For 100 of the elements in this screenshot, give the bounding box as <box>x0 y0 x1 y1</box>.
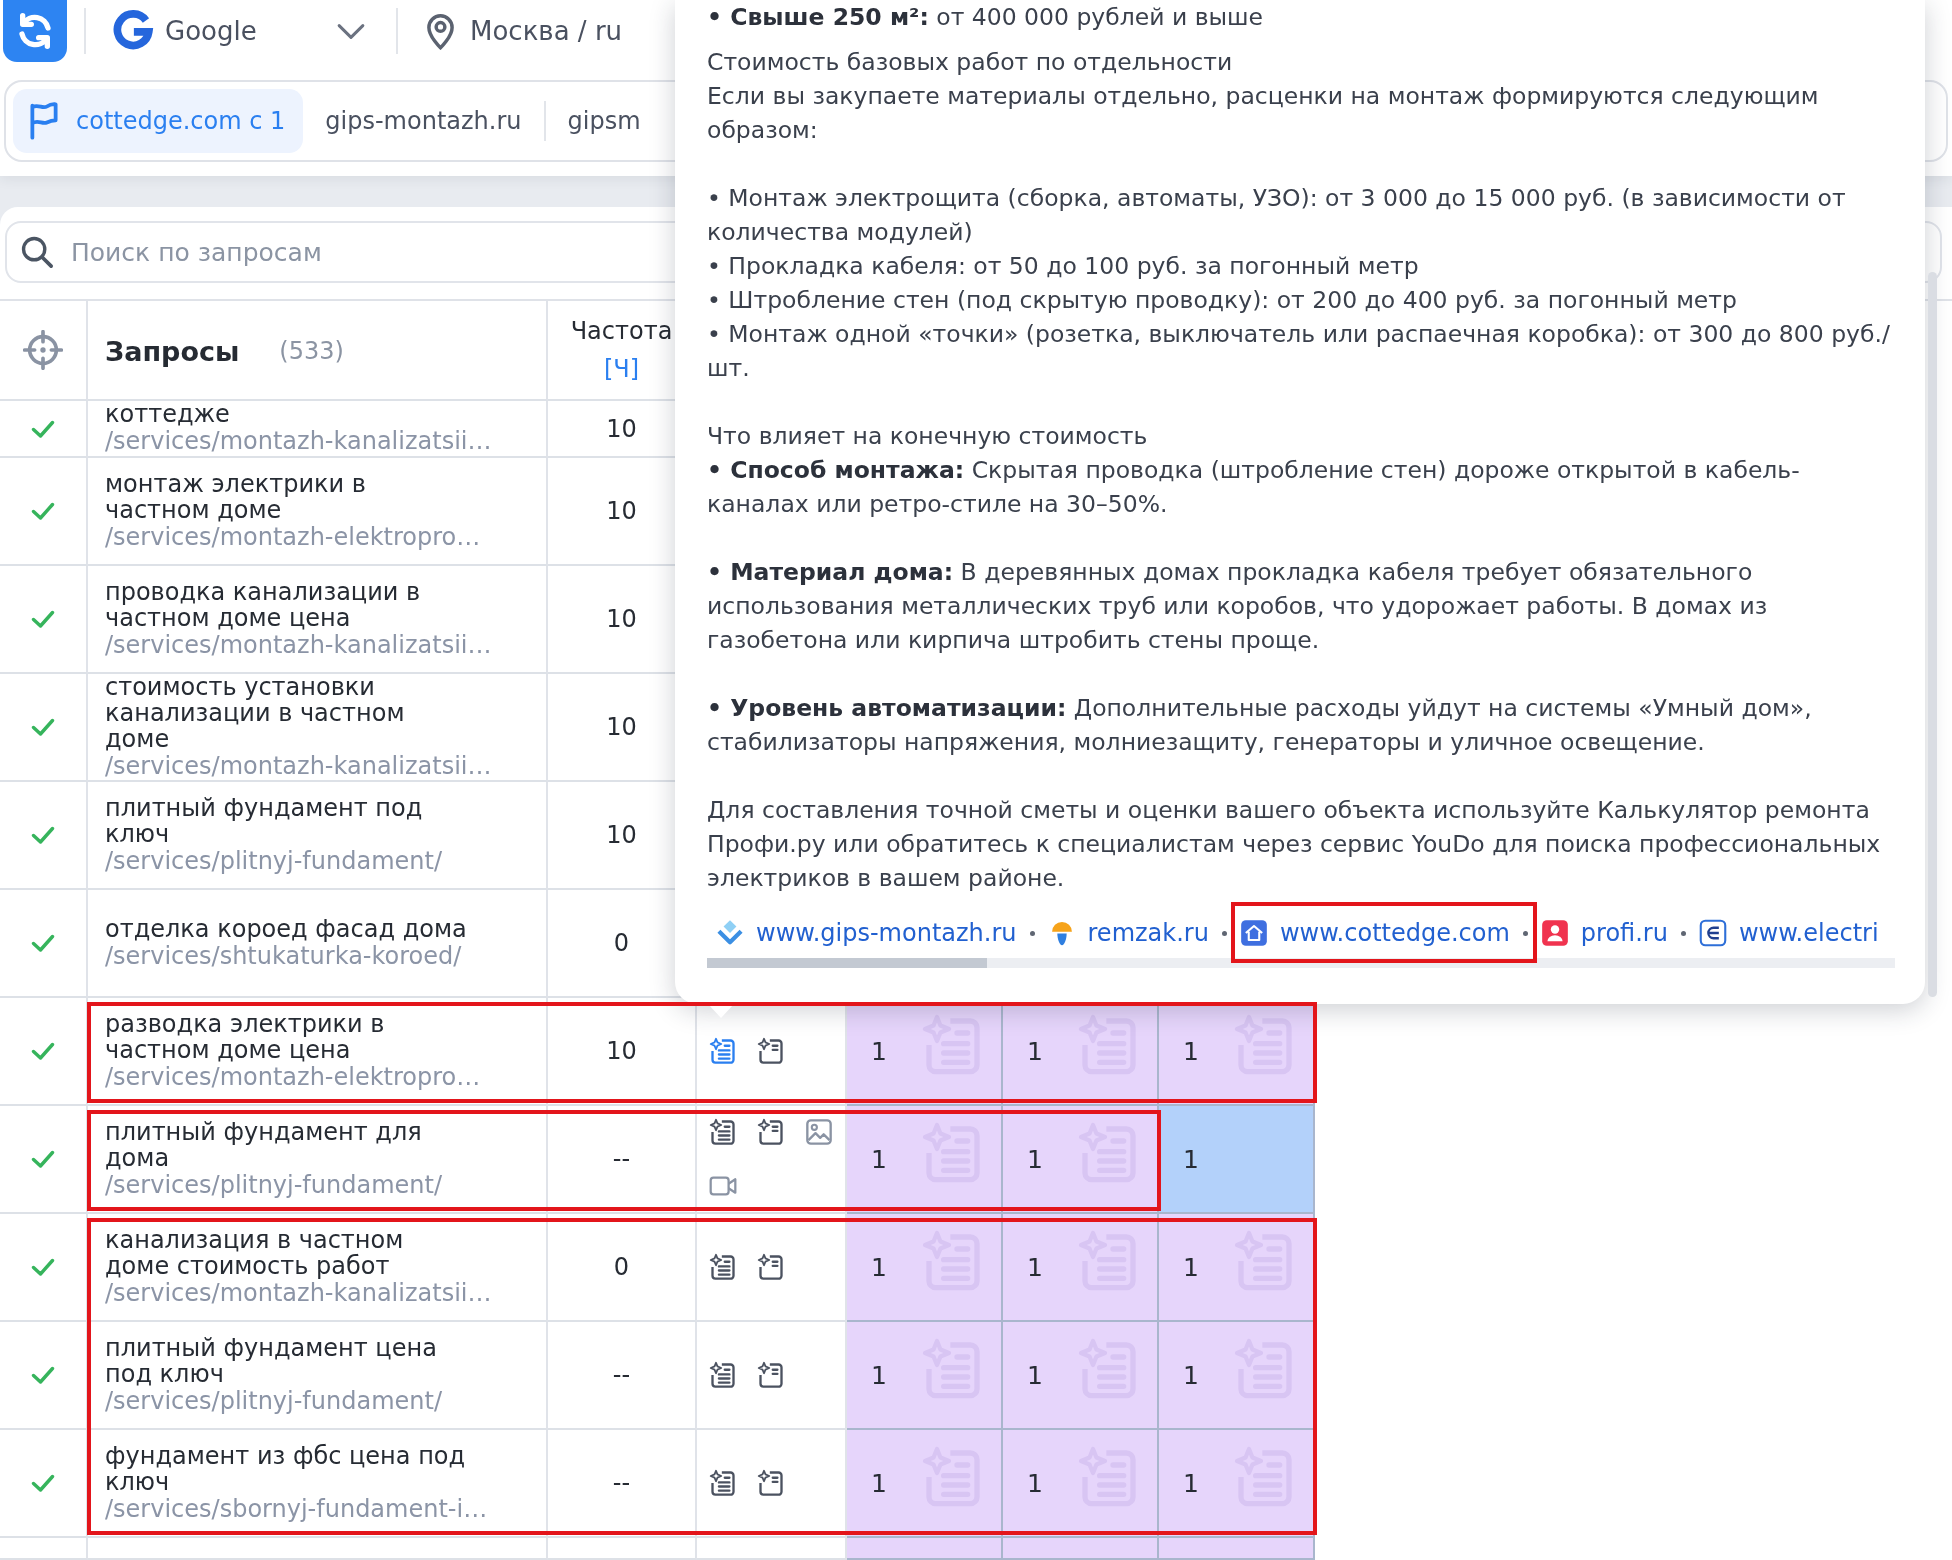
result-cell[interactable]: 1 <box>847 1214 1003 1322</box>
frequency-value: -- <box>612 1145 631 1173</box>
sparkle-list-icon[interactable] <box>709 1037 737 1065</box>
frequency-value: 10 <box>606 414 637 443</box>
result-cell[interactable]: 1 <box>1159 1322 1315 1430</box>
house-tile-icon <box>1239 919 1268 947</box>
sparkle-list-icon[interactable] <box>709 1118 737 1146</box>
result-cell[interactable]: 1 <box>847 1430 1003 1538</box>
url-path: /services/plitnyj-fundament/ <box>105 847 443 875</box>
result-cell[interactable]: 1 <box>1159 1430 1315 1538</box>
result-value: 1 <box>1027 1036 1043 1066</box>
result-value: 1 <box>1183 1036 1199 1066</box>
map-pin-icon <box>426 12 455 50</box>
sparkle-list-icon[interactable] <box>709 1361 737 1389</box>
sparkle-list-icon[interactable] <box>709 1253 737 1281</box>
popup-text: • Свыше 250 м²: от 400 000 рублей и выше <box>707 2 1265 33</box>
column-title: Запросы <box>105 335 240 367</box>
url-path: /services/shtukaturka-koroed/ <box>105 942 462 970</box>
result-value: 1 <box>1183 1360 1199 1390</box>
scrollbar-track[interactable] <box>707 958 1895 968</box>
result-cell[interactable]: 1 <box>1159 1106 1315 1214</box>
sparkle-note-icon[interactable] <box>757 1118 785 1146</box>
result-value: 1 <box>1183 1144 1199 1174</box>
person-tile-icon <box>1540 919 1569 947</box>
sparkle-note-icon[interactable] <box>757 1253 785 1281</box>
result-cell[interactable]: 1 <box>847 1322 1003 1430</box>
sparkle-note-icon[interactable] <box>757 1469 785 1497</box>
sparkle-list-icon[interactable] <box>709 1469 737 1497</box>
frequency-value: 10 <box>606 1037 637 1065</box>
url-path: /services/plitnyj-fundament/ <box>105 1387 443 1415</box>
result-cell[interactable]: 1 <box>847 1106 1003 1214</box>
sparkle-note-icon[interactable] <box>757 1361 785 1389</box>
query-text: плитный фундамент под ключ <box>105 795 424 847</box>
frequency-value: 10 <box>606 605 637 633</box>
url-path: /services/montazh-elektropro… <box>105 523 481 551</box>
result-value: 1 <box>1027 1144 1043 1174</box>
popup-text: • Способ монтажа: Скрытая проводка (штробление стен) дороже открытой в кабель-каналах или ретро-стиле на 30–50%. <box>707 455 1801 520</box>
source-link[interactable]: remzak.ru <box>1047 919 1209 947</box>
popup-text: • Прокладка кабеля: от 50 до 100 руб. за погонный метр <box>707 251 1420 282</box>
query-text: канализация в частном доме стоимость работ <box>105 1227 405 1279</box>
query-text: проводка канализации в частном доме цена <box>105 579 422 631</box>
result-value: 1 <box>1027 1252 1043 1282</box>
url-path: /services/plitnyj-fundament/ <box>105 1171 443 1199</box>
result-cell[interactable]: 1 <box>1159 1214 1315 1322</box>
result-cell[interactable]: 1 <box>1003 1106 1159 1214</box>
query-text: отделка короед фасад дома <box>105 916 467 942</box>
search-engine-dropdown[interactable]: Google <box>112 8 365 54</box>
result-cell[interactable] <box>1159 1538 1315 1560</box>
result-cell[interactable] <box>1003 1538 1159 1560</box>
query-text: плитный фундамент цена под ключ <box>105 1335 438 1387</box>
url-path: /services/montazh-elektropro… <box>105 1063 481 1091</box>
popup-text: Стоимость базовых работ по отдельности <box>707 47 1234 78</box>
popup-text: • Монтаж одной «точки» (розетка, выключатель или распаечная коробка): от 300 до 800 руб./шт. <box>707 319 1891 384</box>
result-value: 1 <box>871 1144 887 1174</box>
scrollbar-thumb[interactable] <box>707 958 987 968</box>
source-link[interactable]: profi.ru <box>1540 919 1668 947</box>
url-path: /services/sbornyj-fundament-i… <box>105 1495 488 1523</box>
logo-icon <box>112 10 154 52</box>
result-cell[interactable]: 1 <box>1003 1214 1159 1322</box>
search-icon <box>20 235 54 269</box>
query-count: (533) <box>279 337 344 365</box>
source-link[interactable]: www.electri <box>1698 919 1879 947</box>
frequency-value: 10 <box>606 821 637 849</box>
source-link[interactable]: www.gips-montazh.ru <box>716 919 1017 947</box>
query-text: коттедже <box>105 401 231 427</box>
popup-text: Что влияет на конечную стоимость <box>707 421 1149 452</box>
popup-text: • Штробление стен (под скрытую проводку): от 200 до 400 руб. за погонный метр <box>707 285 1738 316</box>
result-value: 1 <box>1183 1468 1199 1498</box>
frequency-value: 10 <box>606 713 637 741</box>
result-value: 1 <box>871 1360 887 1390</box>
query-text: разводка электрики в частном доме цена <box>105 1011 386 1063</box>
crosshair-icon[interactable] <box>23 330 63 370</box>
result-cell[interactable] <box>847 1538 1003 1560</box>
url-path: /services/montazh-kanalizatsii… <box>105 427 492 455</box>
query-text: фундамент из фбс цена под ключ <box>105 1443 467 1495</box>
source-link[interactable]: www.cottedge.com <box>1239 919 1510 947</box>
region-selector[interactable]: Москва / ru <box>426 12 623 50</box>
url-path: /services/montazh-kanalizatsii… <box>105 752 492 780</box>
url-path: /services/montazh-kanalizatsii… <box>105 631 492 659</box>
frequency-value: 10 <box>606 497 637 525</box>
result-cell[interactable]: 1 <box>1003 1430 1159 1538</box>
popup-text: Для составления точной сметы и оценки вашего объекта используйте Калькулятор ремонта Профи.ру или обратитесь к специалистам через сервис YouDo для поиска профессиональных электриков в вашем районе. <box>707 795 1882 894</box>
query-text: монтаж электрики в частном доме <box>105 471 367 523</box>
url-path: /services/montazh-kanalizatsii… <box>105 1279 492 1307</box>
site-tab[interactable]: cottedge.com с 1 <box>13 89 304 153</box>
scrollbar-thumb[interactable] <box>1928 272 1937 997</box>
site-tab[interactable]: gipsm <box>549 89 659 153</box>
frequency-value: -- <box>612 1469 631 1497</box>
frequency-mode-link[interactable]: [Ч] <box>603 355 640 383</box>
image-icon[interactable] <box>805 1118 833 1146</box>
result-value: 1 <box>871 1252 887 1282</box>
popup-text: Если вы закупаете материалы отдельно, расценки на монтаж формируются следующим образом: <box>707 81 1820 146</box>
sparkle-note-icon[interactable] <box>757 1037 785 1065</box>
site-tab[interactable]: gips-montazh.ru <box>307 89 540 153</box>
result-value: 1 <box>1183 1252 1199 1282</box>
popup-text: • Монтаж электрощита (сборка, автоматы, УЗО): от 3 000 до 15 000 руб. (в зависимости от количества модулей) <box>707 183 1847 248</box>
refresh-button[interactable] <box>3 0 67 62</box>
frequency-value: 0 <box>613 929 630 957</box>
result-value: 1 <box>871 1468 887 1498</box>
result-cell[interactable]: 1 <box>1003 1322 1159 1430</box>
